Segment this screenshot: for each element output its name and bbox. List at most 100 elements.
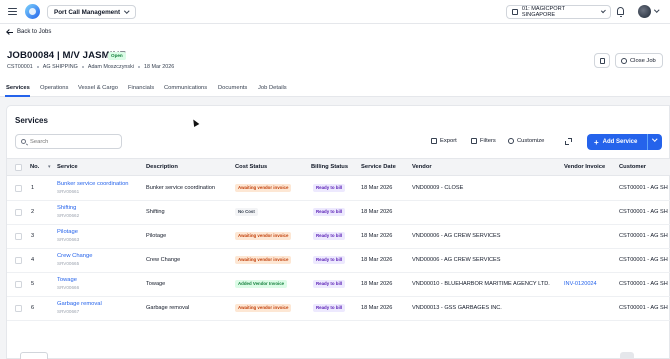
export-label: Export	[440, 138, 457, 144]
row-number: 2	[31, 209, 35, 215]
column-header-vendor[interactable]: Vendor	[412, 164, 432, 170]
row-checkbox[interactable]	[15, 185, 22, 192]
customer-name: CST00001 - AG SH	[619, 209, 668, 215]
document-icon	[600, 58, 605, 64]
filter-icon	[471, 138, 477, 144]
search-input[interactable]	[30, 138, 110, 145]
vendor-name: VND00009 - CLOSE	[412, 185, 464, 191]
column-header-customer[interactable]: Customer	[619, 164, 646, 170]
close-job-button[interactable]: Close Job	[615, 53, 663, 68]
export-icon	[431, 138, 437, 144]
cost-status-badge: Awaiting vendor invoice	[235, 184, 292, 192]
page-size-select[interactable]	[20, 352, 48, 359]
customize-label: Customize	[517, 138, 545, 144]
notification-bell-icon[interactable]	[617, 7, 624, 17]
service-link[interactable]: Crew Change	[57, 253, 92, 259]
tab-job-details[interactable]: Job Details	[258, 85, 287, 91]
expand-icon[interactable]	[565, 138, 572, 145]
export-button[interactable]: Export	[431, 138, 457, 144]
customer-name: CST00001 - AG SH	[619, 233, 668, 239]
customer-name: CST00001 - AG SH	[619, 281, 668, 287]
chevron-down-icon	[600, 8, 606, 14]
active-tab-indicator	[5, 95, 30, 97]
document-button[interactable]	[594, 53, 610, 68]
tab-services[interactable]: Services	[6, 85, 30, 91]
module-selector[interactable]: Port Call Management	[47, 5, 136, 19]
row-checkbox[interactable]	[15, 281, 22, 288]
row-checkbox[interactable]	[15, 233, 22, 240]
service-link[interactable]: Pilotage	[57, 229, 78, 235]
status-badge: Open	[108, 52, 126, 60]
service-description: Shifting	[146, 209, 165, 215]
service-description: Bunker service coordination	[146, 185, 216, 191]
module-selector-label: Port Call Management	[54, 8, 121, 16]
vendor-invoice-link[interactable]: INV-0120024	[564, 281, 597, 287]
service-link[interactable]: Shifting	[57, 205, 76, 211]
row-checkbox[interactable]	[15, 305, 22, 312]
column-header-billing-status[interactable]: Billing Status	[311, 164, 348, 170]
menu-icon[interactable]	[8, 8, 17, 16]
column-header-vendor-invoice[interactable]: Vendor Invoice	[564, 164, 605, 170]
vendor-name: VND00013 - GSS GARBAGES INC.	[412, 305, 502, 311]
app-logo[interactable]	[25, 4, 40, 19]
add-service-label: Add Service	[602, 139, 638, 145]
service-link[interactable]: Bunker service coordination	[57, 181, 129, 187]
tab-operations[interactable]: Operations	[40, 85, 68, 91]
gear-icon	[508, 138, 514, 144]
close-job-label: Close Job	[630, 57, 656, 64]
column-header-service[interactable]: Service	[57, 164, 78, 170]
port-selector[interactable]: 01: MAGICPORT SINGAPORE	[506, 5, 611, 19]
row-checkbox[interactable]	[15, 257, 22, 264]
billing-status-badge: Ready to bill	[313, 280, 346, 288]
tab-financials[interactable]: Financials	[128, 85, 154, 91]
sort-icon[interactable]: ▾	[48, 164, 51, 170]
table-row[interactable]: 5 Towage SRV00666 Towage Added Vendor Invoic…	[7, 273, 670, 297]
plus-icon: +	[594, 137, 599, 147]
service-date: 18 Mar 2026	[361, 185, 393, 191]
filters-label: Filters	[480, 138, 496, 144]
select-all-checkbox[interactable]	[15, 164, 22, 171]
service-description: Towage	[146, 281, 166, 287]
filters-button[interactable]: Filters	[471, 138, 496, 144]
table-row[interactable]: 4 Crew Change SRV00665 Crew Change Awaiting …	[7, 249, 670, 273]
close-circle-icon	[621, 57, 627, 64]
column-header-no[interactable]: No.	[30, 164, 39, 170]
pagination-button[interactable]	[620, 352, 634, 359]
table-row[interactable]: 3 Pilotage SRV00663 Pilotage Awaiting vendor…	[7, 225, 670, 249]
chevron-down-icon	[124, 8, 130, 14]
service-description: Garbage removal	[146, 305, 190, 311]
table-row[interactable]: 1 Bunker service coordination SRV00661 Bunk…	[7, 177, 670, 201]
add-service-dropdown[interactable]	[647, 134, 662, 150]
customer-name: CST00001 - AG SH	[619, 185, 668, 191]
table-row[interactable]: 2 Shifting SRV00662 Shifting No Cost Ready to…	[7, 201, 670, 225]
tab-documents[interactable]: Documents	[218, 85, 247, 91]
row-number: 3	[31, 233, 35, 239]
row-number: 4	[31, 257, 35, 263]
user-avatar[interactable]	[638, 5, 651, 18]
table-row[interactable]: 6 Garbage removal SRV00667 Garbage removal A…	[7, 297, 670, 321]
customize-button[interactable]: Customize	[508, 138, 544, 144]
row-checkbox[interactable]	[15, 209, 22, 216]
column-header-description[interactable]: Description	[146, 164, 178, 170]
building-icon	[512, 9, 518, 15]
search-box[interactable]	[15, 134, 122, 149]
chevron-down-icon	[652, 136, 658, 142]
service-link[interactable]: Garbage removal	[57, 301, 102, 307]
service-code: SRV00665	[57, 261, 80, 266]
column-header-cost-status[interactable]: Cost Status	[235, 164, 267, 170]
customer-name: CST00001 - AG SH	[619, 305, 668, 311]
back-to-jobs-link[interactable]: Back to Jobs	[7, 29, 51, 35]
service-link[interactable]: Towage	[57, 277, 77, 283]
row-number: 1	[31, 185, 35, 191]
add-service-button[interactable]: + Add Service	[587, 134, 662, 150]
services-panel: Services Export Filters Customize + Add …	[6, 105, 670, 359]
customer-name: CST00001 - AG SH	[619, 257, 668, 263]
arrow-left-icon	[7, 31, 13, 33]
tab-communications[interactable]: Communications	[164, 85, 207, 91]
billing-status-badge: Ready to bill	[313, 256, 346, 264]
column-header-service-date[interactable]: Service Date	[361, 164, 396, 170]
job-date: 18 Mar 2026	[143, 64, 175, 70]
cost-status-badge: Added Vendor Invoice	[235, 280, 288, 288]
chevron-down-icon[interactable]	[654, 7, 660, 13]
tab-vessel-cargo[interactable]: Vessel & Cargo	[78, 85, 118, 91]
